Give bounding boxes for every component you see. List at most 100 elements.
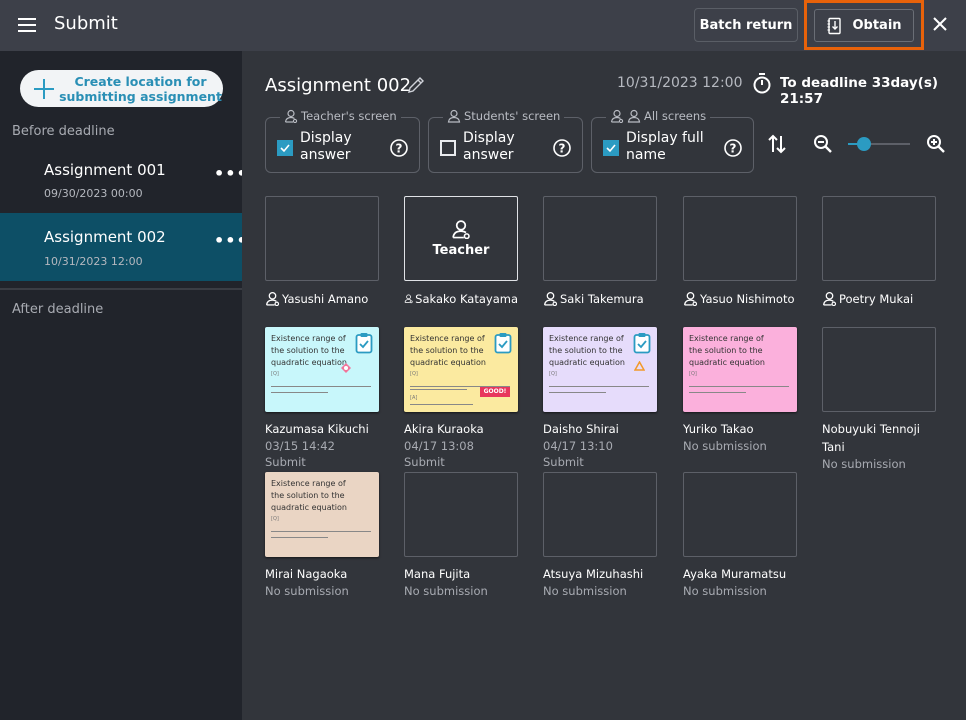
submission-status: No submission bbox=[822, 457, 906, 471]
teacher-screen-thumbnail bbox=[543, 196, 657, 281]
empty-submission-thumbnail bbox=[683, 472, 797, 557]
student-tile[interactable]: Ayaka Muramatsu No submission bbox=[683, 472, 797, 599]
student-name: Mana Fujita bbox=[404, 567, 471, 581]
sheet-q-marker: [Q] bbox=[271, 371, 279, 377]
assignment-name: Assignment 001 bbox=[44, 161, 166, 179]
submit-window: Submit Batch return Obtain Create locati… bbox=[0, 0, 966, 720]
display-answer-teacher-label[interactable]: Display answer bbox=[300, 130, 352, 164]
sheet-answer-line bbox=[689, 386, 789, 387]
before-deadline-heading: Before deadline bbox=[12, 124, 115, 139]
teacher-icon bbox=[610, 109, 624, 123]
sheet-answer-line bbox=[410, 389, 467, 390]
sheet-q-marker: [Q] bbox=[689, 371, 697, 377]
close-button[interactable] bbox=[930, 15, 950, 35]
submission-status: No submission bbox=[683, 439, 767, 453]
teacher-name-row: Saki Takemura bbox=[543, 291, 657, 306]
header-bar: Submit Batch return Obtain bbox=[0, 0, 966, 51]
submission-status: No submission bbox=[265, 584, 349, 598]
main-panel: Assignment 002 10/31/2023 12:00 To deadl… bbox=[242, 51, 966, 720]
teacher-name-row: Yasushi Amano bbox=[265, 291, 379, 306]
student-tile[interactable]: Existence range of the solution to the q… bbox=[265, 472, 379, 599]
sort-icon[interactable] bbox=[766, 133, 788, 155]
submission-status: No submission bbox=[683, 584, 767, 598]
assignment-name: Assignment 002 bbox=[44, 228, 166, 246]
sheet-answer-line bbox=[271, 392, 328, 393]
sheet-q-marker: [Q] bbox=[271, 516, 279, 522]
obtain-button[interactable]: Obtain bbox=[814, 9, 914, 42]
sheet-answer-line bbox=[549, 386, 649, 387]
sheet-q-marker: [Q] bbox=[410, 371, 418, 377]
teacher-icon bbox=[284, 109, 298, 123]
student-name: Atsuya Mizuhashi bbox=[543, 567, 644, 581]
teacher-screen-legend: Teacher's screen bbox=[280, 109, 401, 123]
answer-sheet-thumbnail: Existence range of the solution to the q… bbox=[404, 327, 518, 412]
display-answer-students-checkbox[interactable] bbox=[440, 140, 456, 156]
answer-sheet-thumbnail: Existence range of the solution to the q… bbox=[265, 472, 379, 557]
teacher-tile[interactable]: Teacher Sakako Katayama bbox=[404, 196, 518, 306]
student-tile[interactable]: Atsuya Mizuhashi No submission bbox=[543, 472, 657, 599]
sheet-question-text: Existence range of the solution to the q… bbox=[410, 334, 486, 367]
teacher-name: Poetry Mukai bbox=[839, 291, 914, 306]
sheet-question-text: Existence range of the solution to the q… bbox=[271, 479, 347, 512]
teacher-icon bbox=[683, 291, 698, 306]
sheet-question-text: Existence range of the solution to the q… bbox=[549, 334, 625, 367]
student-tile[interactable]: Existence range of the solution to the q… bbox=[683, 327, 797, 454]
submission-status: 03/15 14:42 Submit bbox=[265, 439, 335, 469]
student-name: Yuriko Takao bbox=[683, 422, 754, 436]
help-icon[interactable]: ? bbox=[723, 138, 743, 158]
student-tile[interactable]: Mana Fujita No submission bbox=[404, 472, 518, 599]
teacher-screen-option: Teacher's screen Display answer ? bbox=[265, 109, 420, 173]
zoom-out-icon[interactable] bbox=[812, 133, 834, 155]
teacher-name-row: Sakako Katayama bbox=[404, 291, 518, 306]
student-tile[interactable]: Existence range of the solution to the q… bbox=[265, 327, 379, 470]
teacher-tile[interactable]: Yasushi Amano bbox=[265, 196, 379, 306]
clipboard-check-icon bbox=[633, 333, 651, 354]
student-tile[interactable]: Nobuyuki Tennoji Tani No submission bbox=[822, 327, 936, 472]
teacher-name: Sakako Katayama bbox=[415, 291, 518, 306]
teacher-tile[interactable]: Yasuo Nishimoto bbox=[683, 196, 797, 306]
sidebar-item-assignment-002[interactable]: Assignment 002 10/31/2023 12:00 ••• bbox=[0, 213, 247, 281]
zoom-slider[interactable] bbox=[848, 136, 910, 152]
student-tile[interactable]: Existence range of the solution to the q… bbox=[543, 327, 657, 470]
sheet-answer-line bbox=[689, 392, 746, 393]
triangle-stamp-icon bbox=[634, 361, 645, 371]
edit-pencil-icon[interactable] bbox=[406, 75, 426, 95]
zoom-slider-thumb[interactable] bbox=[856, 137, 871, 151]
student-name: Mirai Nagaoka bbox=[265, 567, 348, 581]
sheet-answer-line bbox=[410, 404, 473, 405]
teacher-tile[interactable]: Poetry Mukai bbox=[822, 196, 936, 306]
obtain-label: Obtain bbox=[852, 18, 902, 33]
deadline-date: 10/31/2023 12:00 bbox=[617, 75, 743, 91]
sheet-a-marker: [A] bbox=[410, 395, 418, 401]
teacher-tile-label: Teacher bbox=[432, 243, 490, 258]
all-screens-option: All screens Display full name ? bbox=[591, 109, 754, 173]
sheet-answer-line bbox=[549, 392, 606, 393]
good-stamp: GOOD! bbox=[480, 387, 510, 397]
help-icon[interactable]: ? bbox=[552, 138, 572, 158]
submission-status: 04/17 13:10 Submit bbox=[543, 439, 613, 469]
window-title: Submit bbox=[54, 13, 118, 34]
teacher-name-row: Poetry Mukai bbox=[822, 291, 936, 306]
display-answer-students-label[interactable]: Display answer bbox=[463, 130, 515, 164]
display-full-name-label[interactable]: Display full name bbox=[626, 130, 704, 164]
student-icon bbox=[627, 109, 641, 123]
zoom-in-icon[interactable] bbox=[925, 133, 947, 155]
batch-return-button[interactable]: Batch return bbox=[694, 8, 798, 42]
teacher-name: Saki Takemura bbox=[560, 291, 644, 306]
student-name: Ayaka Muramatsu bbox=[683, 567, 787, 581]
assignment-date: 10/31/2023 12:00 bbox=[44, 255, 143, 268]
teacher-tile[interactable]: Saki Takemura bbox=[543, 196, 657, 306]
answer-sheet-thumbnail: Existence range of the solution to the q… bbox=[543, 327, 657, 412]
answer-sheet-thumbnail: Existence range of the solution to the q… bbox=[683, 327, 797, 412]
student-tile[interactable]: Existence range of the solution to the q… bbox=[404, 327, 518, 470]
display-answer-teacher-checkbox[interactable] bbox=[277, 140, 293, 156]
help-icon[interactable]: ? bbox=[389, 138, 409, 158]
create-location-label: Create location for submitting assignmen… bbox=[59, 73, 222, 104]
create-location-button[interactable]: Create location for submitting assignmen… bbox=[20, 70, 223, 107]
student-icon bbox=[447, 109, 461, 123]
sidebar-item-assignment-001[interactable]: Assignment 001 09/30/2023 00:00 ••• bbox=[0, 150, 247, 218]
after-deadline-heading: After deadline bbox=[12, 302, 104, 317]
display-full-name-checkbox[interactable] bbox=[603, 140, 619, 156]
menu-icon[interactable] bbox=[18, 18, 36, 32]
empty-submission-thumbnail bbox=[822, 327, 936, 412]
